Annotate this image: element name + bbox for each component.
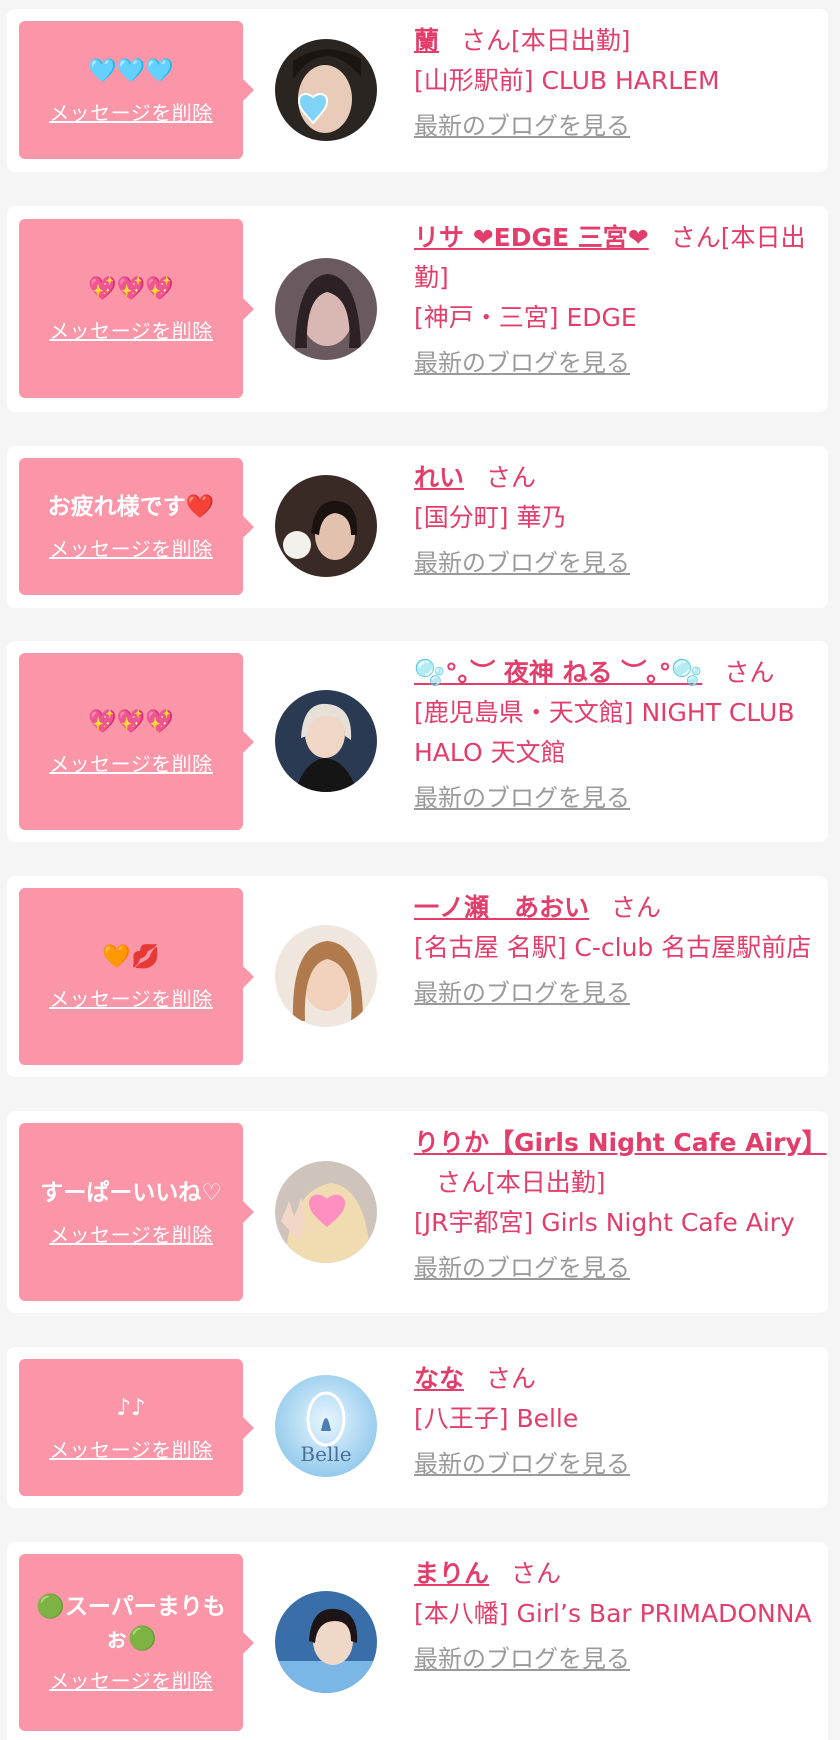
list-item: 💖💖💖 メッセージを削除 🫧°｡︶ 夜神 ねる ︶｡°🫧 さん [鹿児島県・天文館… [7, 641, 828, 842]
avatar[interactable] [275, 1161, 377, 1263]
latest-blog-link[interactable]: 最新のブログを見る [414, 781, 630, 815]
message-bubble: すーぱーいいね♡ メッセージを削除 [19, 1123, 254, 1301]
latest-blog-link[interactable]: 最新のブログを見る [414, 1447, 630, 1481]
latest-blog-link[interactable]: 最新のブログを見る [414, 976, 630, 1010]
profile-info: なな さん [八王子] Belle 最新のブログを見る [414, 1359, 819, 1481]
delete-message-link[interactable]: メッセージを削除 [49, 1219, 213, 1248]
message-bubble: 🧡💋 メッセージを削除 [19, 888, 254, 1065]
woman-portrait-icon [275, 475, 377, 577]
list-item: すーぱーいいね♡ メッセージを削除 りりか【Girls Night Cafe A… [7, 1111, 828, 1313]
profile-info: りりか【Girls Night Cafe Airy】さん[本日出勤] [JR宇都… [414, 1123, 827, 1285]
shop-location: [本八幡] Girl’s Bar PRIMADONNA [414, 1599, 812, 1628]
delete-message-link[interactable]: メッセージを削除 [49, 97, 213, 126]
woman-portrait-icon [275, 1591, 377, 1693]
honorific-text: さん [670, 223, 721, 252]
belle-logo-icon: Belle [275, 1375, 377, 1477]
shop-location: [山形駅前] CLUB HARLEM [414, 66, 720, 95]
woman-portrait-heart-sticker-icon [275, 39, 377, 141]
message-text: お疲れ様です❤️ [47, 494, 215, 520]
latest-blog-link[interactable]: 最新のブログを見る [414, 546, 630, 580]
profile-name-link[interactable]: リサ ❤EDGE 三宮❤ [414, 223, 649, 252]
profile-name-link[interactable]: 🫧°｡︶ 夜神 ねる ︶｡°🫧 [414, 658, 702, 687]
avatar[interactable] [275, 690, 377, 792]
honorific-text: さん [461, 26, 512, 55]
profile-info: れい さん [国分町] 華乃 最新のブログを見る [414, 458, 819, 580]
message-bubble: 💖💖💖 メッセージを削除 [19, 653, 254, 830]
woman-portrait-icon [275, 258, 377, 360]
woman-portrait-icon [275, 690, 377, 792]
avatar[interactable]: Belle [275, 1375, 377, 1477]
woman-portrait-icon [275, 925, 377, 1027]
latest-blog-link[interactable]: 最新のブログを見る [414, 109, 630, 143]
honorific-text: さん [436, 1168, 487, 1197]
woman-portrait-heart-sticker-icon [275, 1161, 377, 1263]
belle-logo-text: Belle [300, 1442, 351, 1466]
message-bubble: ♪♪ メッセージを削除 [19, 1359, 254, 1496]
avatar[interactable] [275, 39, 377, 141]
message-text: 💖💖💖 [88, 709, 174, 735]
list-item: 💖💖💖 メッセージを削除 リサ ❤EDGE 三宮❤ さん[本日出勤] [神戸・三宮… [7, 206, 828, 412]
honorific-text: さん [724, 658, 775, 687]
delete-message-link[interactable]: メッセージを削除 [49, 983, 213, 1012]
delete-message-link[interactable]: メッセージを削除 [49, 1665, 213, 1694]
profile-name-link[interactable]: 一ノ瀬 あおい [414, 893, 589, 922]
attendance-status: [本日出勤] [511, 26, 631, 55]
avatar[interactable] [275, 475, 377, 577]
delete-message-link[interactable]: メッセージを削除 [49, 1434, 213, 1463]
profile-name-link[interactable]: 蘭 [414, 26, 439, 55]
profile-name-link[interactable]: りりか【Girls Night Cafe Airy】 [414, 1128, 827, 1157]
message-text: すーぱーいいね♡ [40, 1179, 222, 1206]
avatar[interactable] [275, 1591, 377, 1693]
delete-message-link[interactable]: メッセージを削除 [49, 315, 213, 344]
profile-name-link[interactable]: れい [414, 463, 464, 492]
delete-message-link[interactable]: メッセージを削除 [49, 533, 213, 562]
profile-info: 蘭さん[本日出勤] [山形駅前] CLUB HARLEM 最新のブログを見る [414, 21, 819, 143]
honorific-text: さん [486, 1364, 537, 1393]
delete-message-link[interactable]: メッセージを削除 [49, 748, 213, 777]
list-item: 🧡💋 メッセージを削除 一ノ瀬 あおい さん [名古屋 名駅] C-club 名古… [7, 876, 828, 1077]
profile-name-link[interactable]: まりん [414, 1559, 489, 1588]
honorific-text: さん [611, 893, 662, 922]
latest-blog-link[interactable]: 最新のブログを見る [414, 1251, 630, 1285]
message-list: 🩵🩵🩵 メッセージを削除 蘭さん[本日出勤] [山形駅前] CLUB HARLE… [0, 0, 840, 1740]
list-item: ♪♪ メッセージを削除 Belle なな さん [八王子] Belle 最新のブ… [7, 1347, 828, 1508]
shop-location: [国分町] 華乃 [414, 503, 567, 532]
profile-info: 一ノ瀬 あおい さん [名古屋 名駅] C-club 名古屋駅前店 最新のブログを… [414, 888, 819, 1010]
profile-info: まりん さん [本八幡] Girl’s Bar PRIMADONNA 最新のブログ… [414, 1554, 819, 1676]
avatar[interactable] [275, 925, 377, 1027]
message-text: 💖💖💖 [88, 276, 174, 302]
profile-info: リサ ❤EDGE 三宮❤ さん[本日出勤] [神戸・三宮] EDGE 最新のブログ… [414, 218, 819, 380]
message-bubble: 💖💖💖 メッセージを削除 [19, 219, 254, 398]
shop-location: [八王子] Belle [414, 1404, 579, 1433]
message-text: ♪♪ [116, 1395, 146, 1421]
message-bubble: お疲れ様です❤️ メッセージを削除 [19, 458, 254, 595]
avatar[interactable] [275, 258, 377, 360]
attendance-status: [本日出勤] [486, 1168, 606, 1197]
profile-info: 🫧°｡︶ 夜神 ねる ︶｡°🫧 さん [鹿児島県・天文館] NIGHT CLUB … [414, 653, 819, 815]
honorific-text: さん [486, 463, 537, 492]
latest-blog-link[interactable]: 最新のブログを見る [414, 346, 630, 380]
shop-location: [神戸・三宮] EDGE [414, 303, 637, 332]
message-text: 🧡💋 [102, 944, 160, 970]
shop-location: [名古屋 名駅] C-club 名古屋駅前店 [414, 933, 812, 962]
latest-blog-link[interactable]: 最新のブログを見る [414, 1642, 630, 1676]
honorific-text: さん [511, 1559, 562, 1588]
message-text: 🟢スーパーまりもぉ🟢 [36, 1594, 226, 1652]
list-item: お疲れ様です❤️ メッセージを削除 れい さん [国分町] 華乃 最新のブログを見… [7, 446, 828, 608]
profile-name-link[interactable]: なな [414, 1364, 464, 1393]
list-item: 🩵🩵🩵 メッセージを削除 蘭さん[本日出勤] [山形駅前] CLUB HARLE… [7, 9, 828, 172]
shop-location: [鹿児島県・天文館] NIGHT CLUB HALO 天文館 [414, 698, 795, 767]
shop-location: [JR宇都宮] Girls Night Cafe Airy [414, 1208, 795, 1237]
message-text: 🩵🩵🩵 [88, 57, 174, 84]
message-bubble: 🩵🩵🩵 メッセージを削除 [19, 21, 254, 159]
message-bubble: 🟢スーパーまりもぉ🟢 メッセージを削除 [19, 1554, 254, 1731]
list-item: 🟢スーパーまりもぉ🟢 メッセージを削除 まりん さん [本八幡] Girl’s B… [7, 1542, 828, 1740]
